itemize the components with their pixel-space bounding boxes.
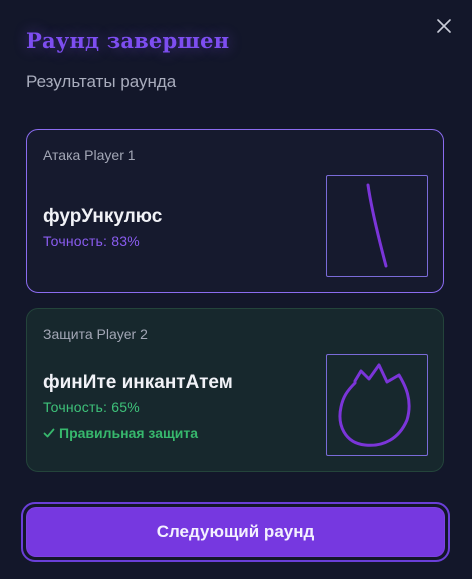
defense-verdict: Правильная защита bbox=[43, 425, 198, 441]
close-icon bbox=[437, 19, 451, 33]
next-round-button-frame: Следующий раунд bbox=[21, 502, 450, 562]
attack-label: Атака Player 1 bbox=[43, 147, 136, 163]
defense-spell-name: финИте инкантАтем bbox=[43, 372, 233, 393]
check-icon bbox=[43, 428, 55, 438]
attack-card: Атака Player 1 фурУнкулюс Точность: 83% bbox=[26, 129, 444, 293]
close-button[interactable] bbox=[432, 14, 456, 38]
attack-drawing bbox=[326, 175, 428, 277]
defense-card: Защита Player 2 финИте инкантАтем Точнос… bbox=[26, 308, 444, 472]
attack-spell-name: фурУнкулюс bbox=[43, 206, 163, 227]
attack-accuracy: Точность: 83% bbox=[43, 233, 140, 249]
modal-title: Раунд завершен bbox=[26, 28, 230, 53]
attack-gesture-stroke bbox=[366, 183, 388, 268]
round-result-modal: Раунд завершен Результаты раунда Атака P… bbox=[0, 0, 472, 579]
defense-label: Защита Player 2 bbox=[43, 326, 148, 342]
defense-accuracy: Точность: 65% bbox=[43, 399, 140, 415]
defense-drawing bbox=[326, 354, 428, 456]
modal-subtitle: Результаты раунда bbox=[26, 72, 177, 91]
defense-verdict-text: Правильная защита bbox=[59, 425, 199, 441]
next-round-button[interactable]: Следующий раунд bbox=[26, 507, 445, 557]
defense-gesture-stroke bbox=[338, 363, 411, 447]
